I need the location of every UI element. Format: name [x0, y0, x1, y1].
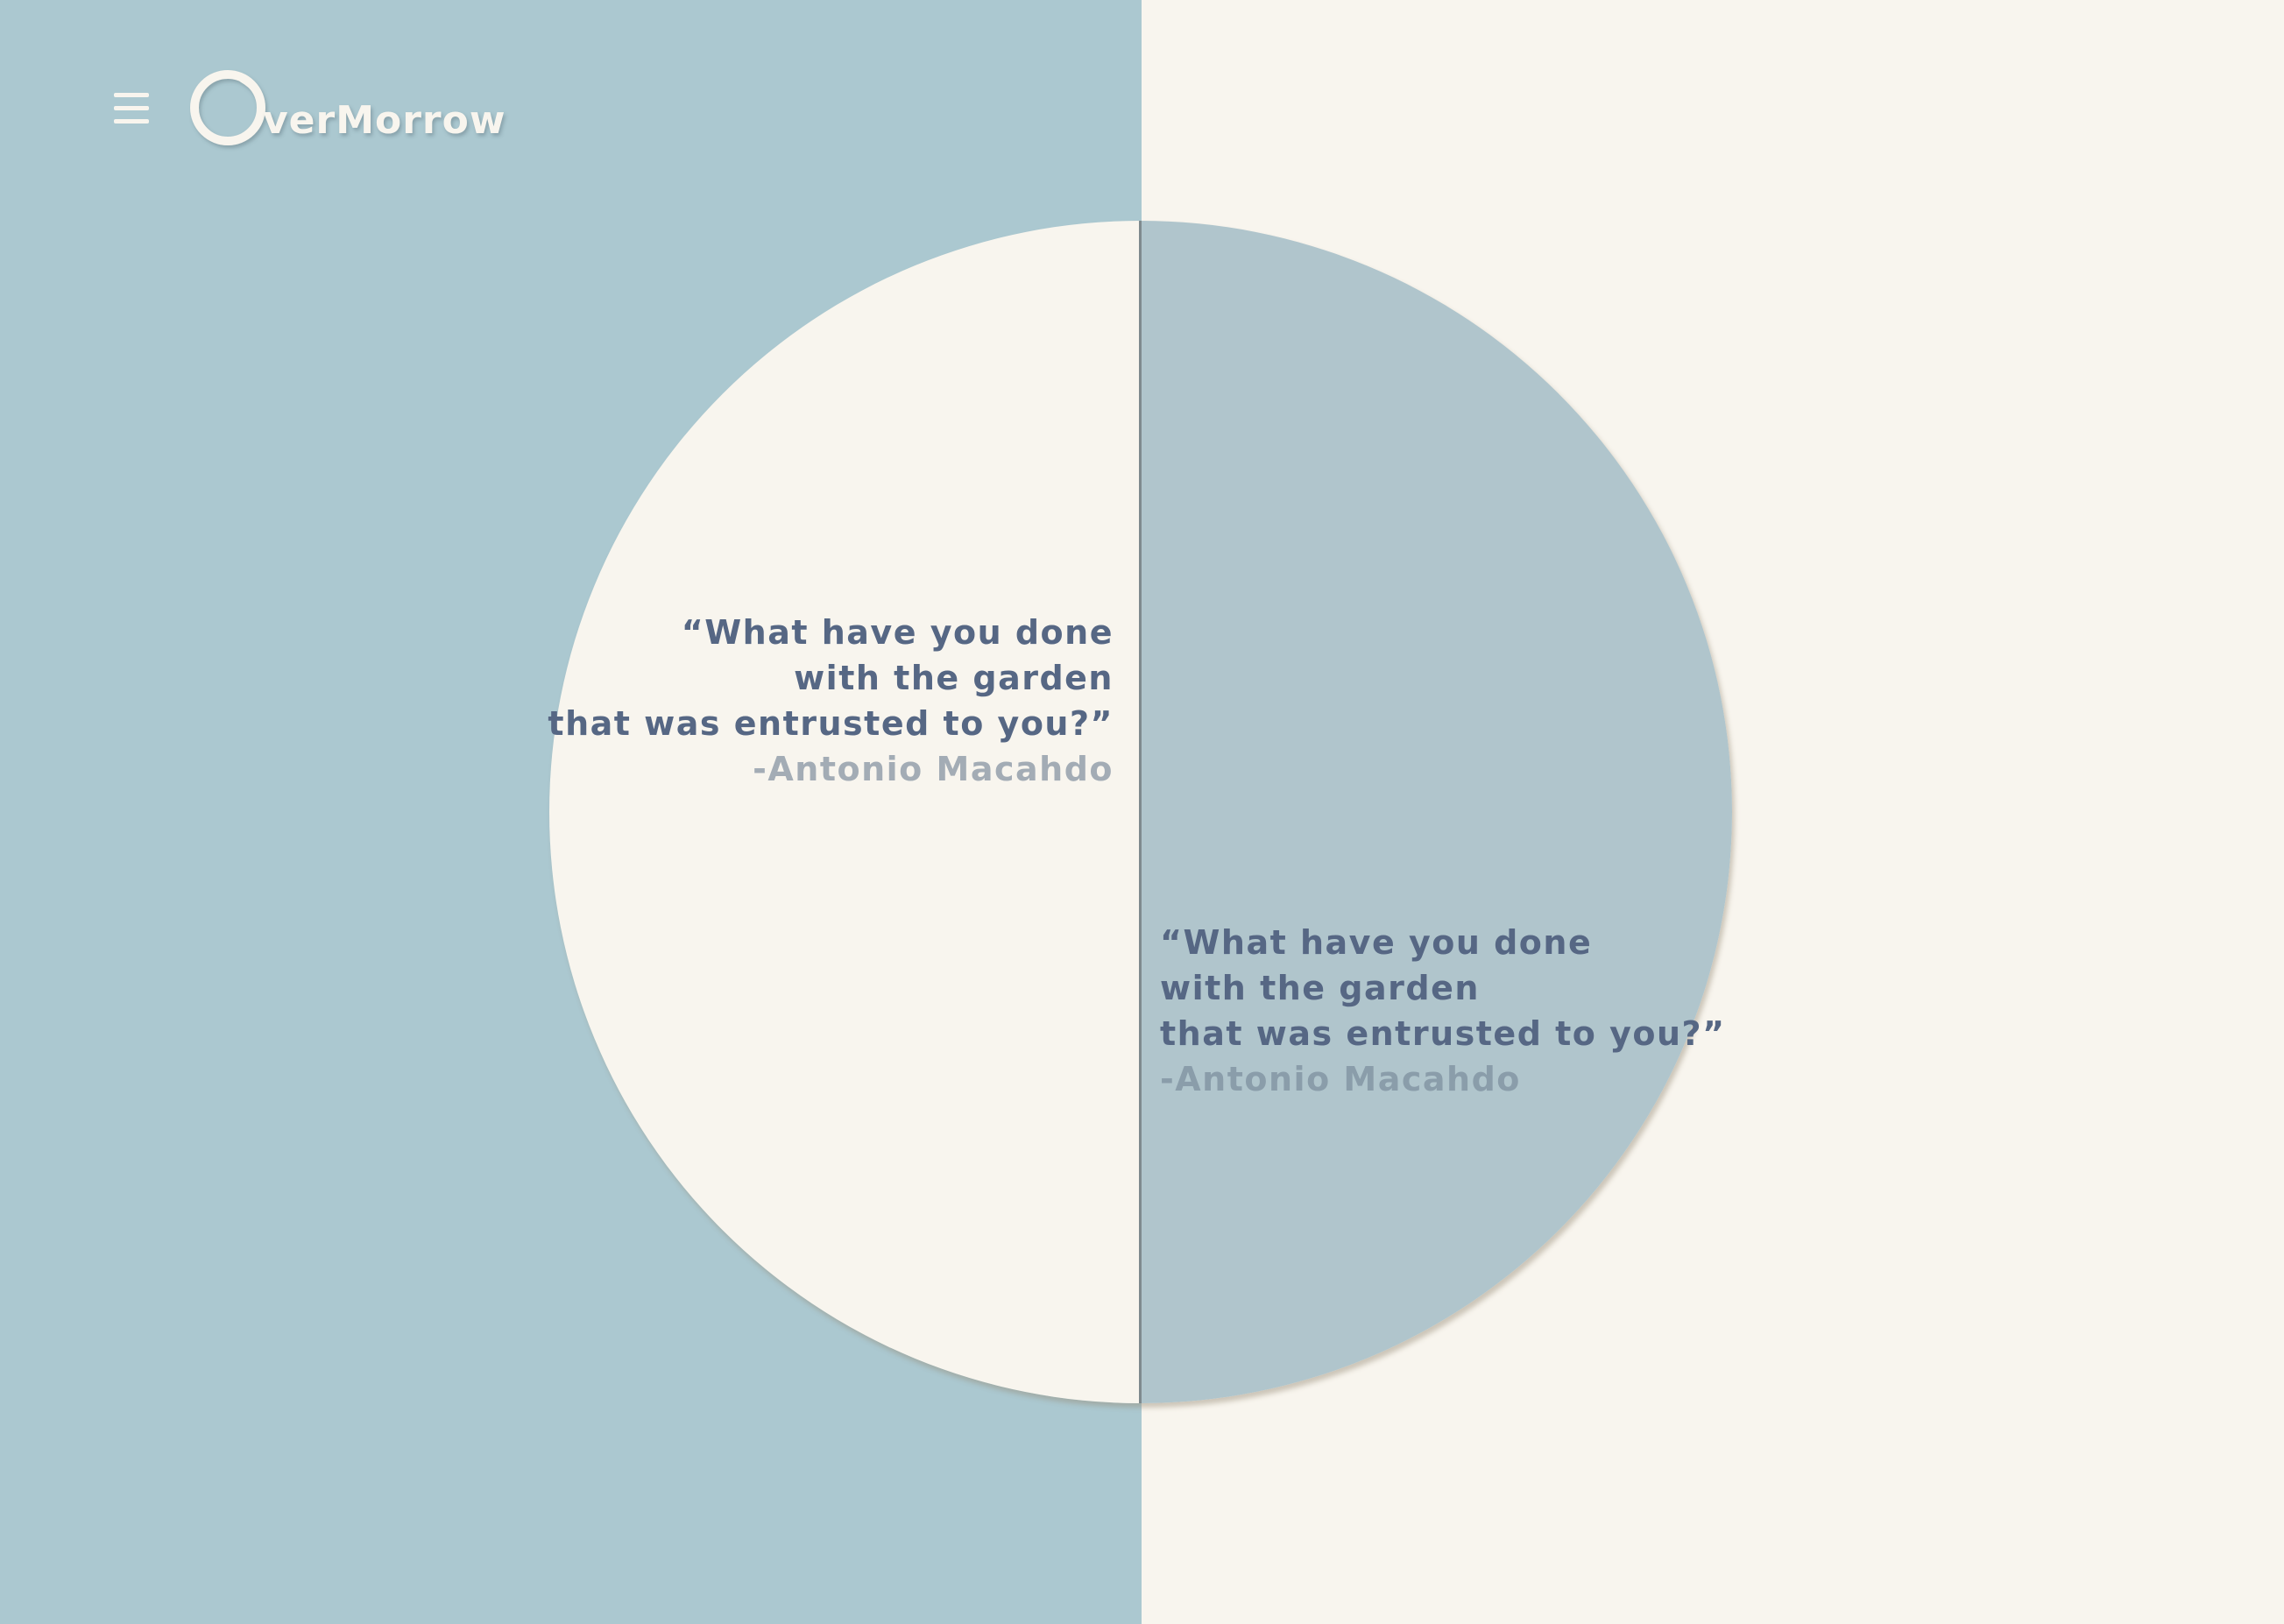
- brand-name: verMorrow: [263, 98, 506, 143]
- split-circle: [549, 221, 1732, 1403]
- circle-left-half: [549, 221, 1141, 1403]
- hamburger-menu-icon: [114, 92, 149, 97]
- quote-line: “What have you done: [1160, 923, 1593, 962]
- quote-left: “What have you done with the garden that…: [548, 610, 1114, 792]
- quote-line: with the garden: [1160, 969, 1480, 1007]
- logo-ring-icon: [190, 70, 265, 145]
- circle-right-half: [1141, 221, 1732, 1403]
- hamburger-menu-icon-bar: [114, 105, 149, 110]
- header: verMorrow: [114, 60, 506, 156]
- brand-logo[interactable]: verMorrow: [189, 64, 506, 152]
- quote-line: that was entrusted to you?”: [1160, 1014, 1726, 1053]
- quote-line: that was entrusted to you?”: [548, 704, 1114, 743]
- circle-divider: [1139, 221, 1142, 1403]
- quote-line: with the garden: [794, 659, 1114, 697]
- quote-right: “What have you done with the garden that…: [1160, 920, 1726, 1102]
- hamburger-menu-icon-bar: [114, 118, 149, 124]
- quote-author: -Antonio Macahdo: [1160, 1060, 1521, 1098]
- quote-line: “What have you done: [681, 613, 1114, 652]
- menu-button[interactable]: [114, 87, 156, 129]
- quote-author: -Antonio Macahdo: [753, 750, 1114, 788]
